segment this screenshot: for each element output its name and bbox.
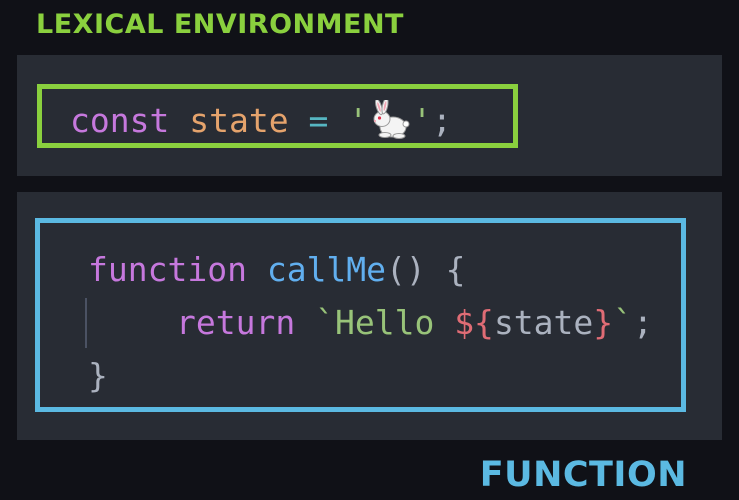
function-signature-line: function callMe() { bbox=[88, 243, 681, 296]
backtick-open: ` bbox=[315, 303, 335, 342]
quote-open: ' bbox=[348, 101, 369, 140]
function-title: FUNCTION bbox=[479, 455, 687, 495]
interpolation-close: } bbox=[593, 303, 614, 342]
function-close-line: } bbox=[88, 349, 681, 402]
lexical-environment-box: const state = ' '; bbox=[37, 84, 518, 148]
rabbit-emoji-icon bbox=[373, 100, 410, 139]
template-text: Hello bbox=[334, 303, 435, 342]
assign-operator: = bbox=[308, 101, 329, 140]
function-panel: function callMe() { return `Hello ${stat… bbox=[17, 192, 722, 440]
semicolon: ; bbox=[633, 303, 653, 342]
return-line: return `Hello ${state}`; bbox=[85, 296, 681, 349]
brace-close: } bbox=[88, 356, 108, 395]
function-scope-box: function callMe() { return `Hello ${stat… bbox=[35, 218, 686, 412]
semicolon: ; bbox=[431, 101, 452, 140]
indent-guide bbox=[85, 298, 87, 348]
interpolation-open: ${ bbox=[454, 303, 494, 342]
quote-close: ' bbox=[412, 101, 432, 140]
state-declaration-line: const state = ' '; bbox=[70, 98, 513, 144]
backtick-close: ` bbox=[613, 303, 634, 342]
lexical-environment-panel: const state = ' '; bbox=[17, 55, 722, 176]
const-keyword: const bbox=[70, 101, 170, 140]
function-parens: () bbox=[386, 250, 426, 289]
brace-open: { bbox=[445, 250, 466, 289]
state-variable: state bbox=[189, 101, 289, 140]
function-name: callMe bbox=[266, 250, 387, 289]
return-keyword: return bbox=[176, 303, 296, 342]
interpolated-variable: state bbox=[493, 303, 594, 342]
lexical-environment-title: LEXICAL ENVIRONMENT bbox=[36, 9, 404, 40]
function-keyword: function bbox=[88, 250, 247, 289]
